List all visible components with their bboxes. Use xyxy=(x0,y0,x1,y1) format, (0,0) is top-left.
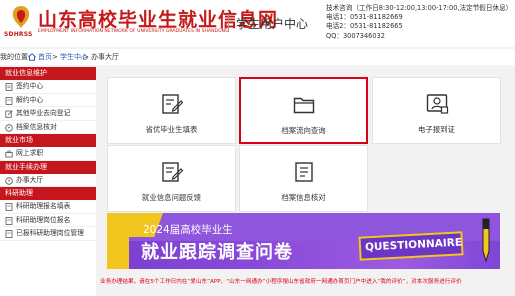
sidebar-item-assistant-form[interactable]: 科研助理报名填表 xyxy=(0,200,96,214)
card-electronic-report-certificate[interactable]: 电子报到证 xyxy=(372,77,501,144)
document-icon xyxy=(5,203,13,211)
sidebar-item-sign-center[interactable]: 签约中心 xyxy=(0,80,96,94)
card-outstanding-graduate-form[interactable]: 省优毕业生填表 xyxy=(107,77,236,144)
sidebar-group-title: 就业市场 xyxy=(0,134,96,147)
card-archive-info-check[interactable]: 档案信息核对 xyxy=(239,145,368,212)
sidebar-group-title: 就业手续办理 xyxy=(0,160,96,174)
form-edit-icon xyxy=(161,94,183,114)
card-employment-feedback[interactable]: 就业信息问题反馈 xyxy=(107,145,236,212)
sidebar-item-assistant-apply[interactable]: 科研助理岗位报名 xyxy=(0,214,96,227)
card-archive-flow-query[interactable]: 档案流向查询 xyxy=(239,77,368,144)
pen-icon xyxy=(482,218,490,263)
sidebar-item-online-job[interactable]: 网上求职 xyxy=(0,147,96,161)
compass-icon xyxy=(5,176,13,185)
sidebar-group-title: 就业信息维护 xyxy=(0,67,96,80)
folder-icon xyxy=(293,97,314,114)
sidebar-item-label: 签约中心 xyxy=(16,82,44,90)
banner-title: 就业跟踪调查问卷 xyxy=(141,242,293,263)
edit-icon xyxy=(5,110,13,118)
certificate-user-icon xyxy=(426,94,448,114)
sidebar: 就业信息维护 签约中心 解约中心 其他毕业去向登记 档案信息核对 就业市场 网上… xyxy=(0,67,96,296)
card-label: 档案信息核对 xyxy=(281,193,326,202)
checklist-icon xyxy=(294,162,313,182)
home-icon xyxy=(28,53,36,61)
breadcrumb-current: 办事大厅 xyxy=(91,53,119,61)
sdhrss-logo-icon xyxy=(12,6,30,28)
sidebar-item-label: 办事大厅 xyxy=(16,175,44,184)
document-icon xyxy=(5,83,13,91)
sidebar-item-label: 已报科研助理岗位管理 xyxy=(16,229,84,237)
sidebar-item-label: 科研助理岗位报名 xyxy=(16,215,71,224)
sidebar-item-assistant-manage[interactable]: 已报科研助理岗位管理 xyxy=(0,227,96,241)
sidebar-group-title: 科研助理 xyxy=(0,187,96,200)
site-header: SDHRSS 山东高校毕业生就业信息网 EMPLOYMENT INFORMATI… xyxy=(0,0,515,47)
document-icon xyxy=(5,216,13,225)
sidebar-item-cancel-center[interactable]: 解约中心 xyxy=(0,94,96,107)
contact-line: QQ：3007346032 xyxy=(326,31,385,40)
breadcrumb-separator: > xyxy=(52,53,58,61)
document-icon xyxy=(5,96,13,105)
breadcrumb-prefix: 我的位置: xyxy=(0,53,31,61)
banner-content: 2024届高校毕业生 就业跟踪调查问卷 QUESTIONNAIRE xyxy=(107,213,500,269)
breadcrumb: 我的位置: 首页 > 学生中心 > 办事大厅 xyxy=(0,49,515,65)
briefcase-icon xyxy=(5,150,13,158)
site-english-title: EMPLOYMENT INFORMATION NETWORK OF UNIVER… xyxy=(38,29,229,34)
sidebar-item-service-hall[interactable]: 办事大厅 xyxy=(0,174,96,187)
sidebar-item-label: 解约中心 xyxy=(16,95,44,104)
card-label: 电子报到证 xyxy=(418,125,455,134)
sidebar-item-label: 档案信息核对 xyxy=(16,122,57,131)
logo-subtext: SDHRSS xyxy=(4,31,33,38)
card-label: 就业信息问题反馈 xyxy=(141,193,202,202)
sidebar-item-archive-check[interactable]: 档案信息核对 xyxy=(0,121,96,134)
compass-icon xyxy=(5,123,13,132)
card-label: 省优毕业生填表 xyxy=(145,125,198,134)
contact-line: 电话2：0531-81182665 xyxy=(326,22,403,31)
sidebar-item-label: 科研助理报名填表 xyxy=(16,202,71,210)
user-center-title: 学生用户中心 xyxy=(236,17,309,31)
sidebar-item-other-destination[interactable]: 其他毕业去向登记 xyxy=(0,107,96,121)
header-divider xyxy=(228,14,229,32)
sidebar-item-label: 其他毕业去向登记 xyxy=(16,109,71,117)
feedback-edit-icon xyxy=(161,162,183,182)
card-label: 档案流向查询 xyxy=(281,126,326,135)
contact-line: 技术咨询（工作日8:30-12:00,13:00-17:00,法定节假日休息） xyxy=(326,4,513,12)
document-icon xyxy=(5,230,13,238)
breadcrumb-separator: > xyxy=(83,53,89,61)
banner-year-line: 2024届高校毕业生 xyxy=(143,224,233,236)
breadcrumb-home[interactable]: 首页 xyxy=(38,49,52,65)
sidebar-item-label: 网上求职 xyxy=(16,149,44,157)
evaluation-notice: 业务办理结果，请在5个工作日内在“爱山东”APP、“山东一网通办”小程序搜山东省… xyxy=(100,279,462,285)
contact-info: 技术咨询（工作日8:30-12:00,13:00-17:00,法定节假日休息） … xyxy=(326,4,512,41)
